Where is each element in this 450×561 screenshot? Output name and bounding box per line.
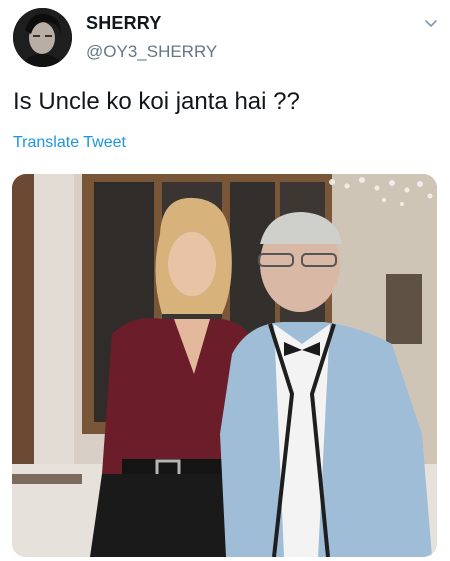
translate-tweet-link[interactable]: Translate Tweet	[13, 134, 126, 152]
user-handle[interactable]: @OY3_SHERRY	[86, 42, 217, 62]
display-name[interactable]: SHERRY	[86, 13, 162, 34]
tweet-card: SHERRY @OY3_SHERRY Is Uncle ko koi janta…	[0, 0, 450, 561]
avatar[interactable]	[13, 8, 72, 67]
tweet-photo[interactable]	[12, 174, 437, 557]
tweet-text: Is Uncle ko koi janta hai ??	[13, 88, 300, 115]
profile-photo-icon	[13, 8, 72, 67]
chevron-down-icon[interactable]	[423, 15, 439, 31]
photo-image	[12, 174, 437, 557]
